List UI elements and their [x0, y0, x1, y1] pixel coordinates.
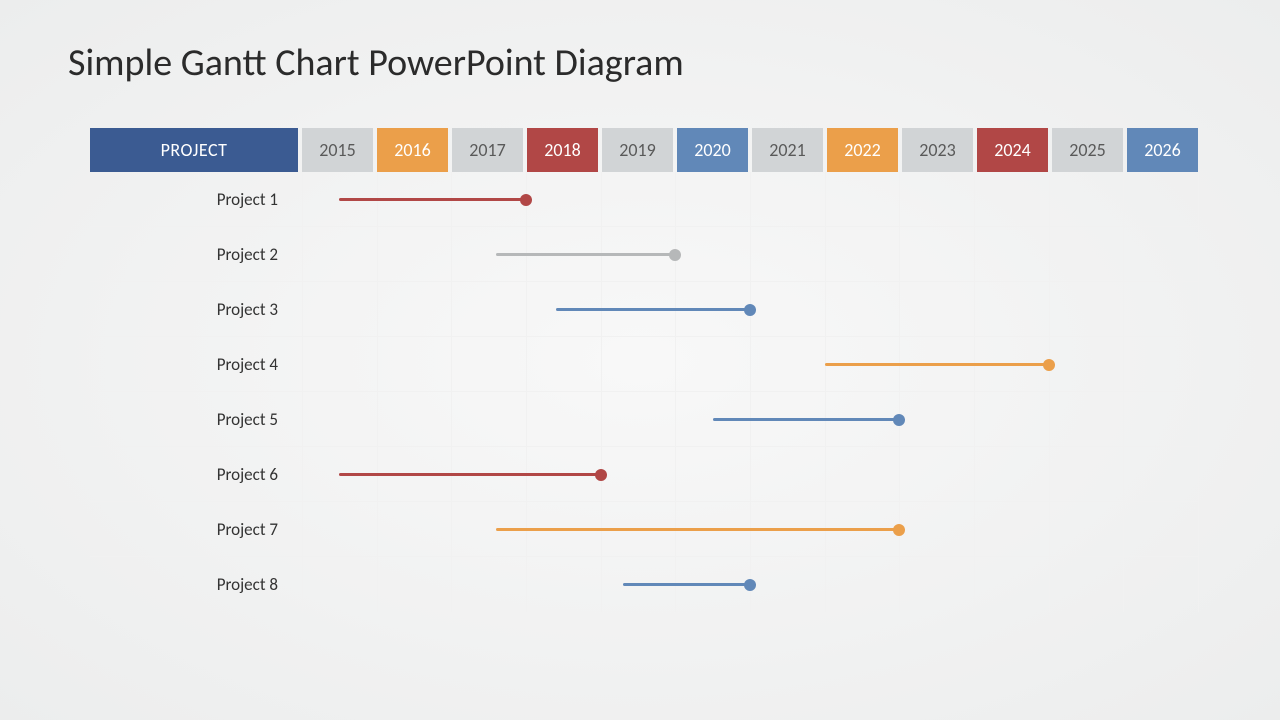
gantt-row: Project 7 — [90, 502, 1198, 557]
year-header-2019: 2019 — [602, 128, 673, 172]
gantt-row: Project 3 — [90, 282, 1198, 337]
project-label: Project 3 — [90, 299, 298, 320]
project-label: Project 6 — [90, 464, 298, 485]
gantt-row: Project 4 — [90, 337, 1198, 392]
year-header-2016: 2016 — [377, 128, 448, 172]
year-header-2015: 2015 — [302, 128, 373, 172]
project-label: Project 2 — [90, 244, 298, 265]
project-label: Project 1 — [90, 189, 298, 210]
gantt-row: Project 2 — [90, 227, 1198, 282]
page-title: Simple Gantt Chart PowerPoint Diagram — [68, 40, 684, 86]
project-header-cell: PROJECT — [90, 128, 298, 172]
project-label: Project 4 — [90, 354, 298, 375]
year-header-2026: 2026 — [1127, 128, 1198, 172]
gantt-row: Project 5 — [90, 392, 1198, 447]
year-header-2022: 2022 — [827, 128, 898, 172]
year-header-2020: 2020 — [677, 128, 748, 172]
timeline-header: PROJECT 20152016201720182019202020212022… — [90, 128, 1198, 172]
gantt-chart: PROJECT 20152016201720182019202020212022… — [90, 128, 1198, 612]
gantt-row: Project 6 — [90, 447, 1198, 502]
year-header-2018: 2018 — [527, 128, 598, 172]
gantt-row: Project 1 — [90, 172, 1198, 227]
project-label: Project 8 — [90, 574, 298, 595]
year-header-2024: 2024 — [977, 128, 1048, 172]
gantt-row: Project 8 — [90, 557, 1198, 612]
project-label: Project 5 — [90, 409, 298, 430]
year-header-2021: 2021 — [752, 128, 823, 172]
year-header-2023: 2023 — [902, 128, 973, 172]
year-header-2025: 2025 — [1052, 128, 1123, 172]
year-header-2017: 2017 — [452, 128, 523, 172]
project-label: Project 7 — [90, 519, 298, 540]
gantt-grid: Project 1 Project 2 Project 3 Project 4 Proj… — [90, 172, 1198, 612]
